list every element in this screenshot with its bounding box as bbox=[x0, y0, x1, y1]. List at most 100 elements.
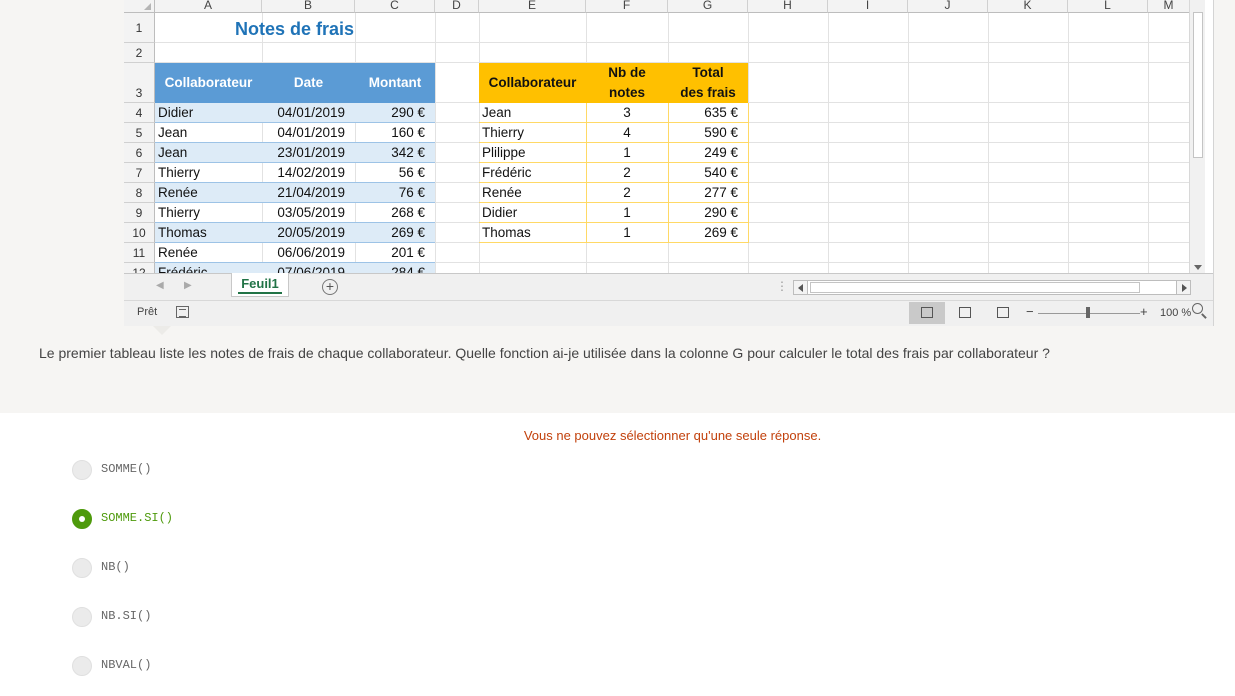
table2-cell[interactable]: 2 bbox=[586, 183, 668, 203]
table1-cell[interactable]: 07/06/2019 bbox=[262, 263, 355, 273]
table1-cell[interactable]: 03/05/2019 bbox=[262, 203, 355, 223]
horizontal-scrollbar[interactable] bbox=[793, 280, 1191, 295]
answer-label[interactable]: NB.SI() bbox=[101, 609, 151, 623]
table1-cell[interactable]: 201 € bbox=[355, 243, 435, 263]
table1-cell[interactable]: 04/01/2019 bbox=[262, 123, 355, 143]
row-header-6[interactable]: 6 bbox=[124, 143, 155, 163]
column-header-f[interactable]: F bbox=[586, 0, 668, 13]
table1-cell[interactable]: 23/01/2019 bbox=[262, 143, 355, 163]
table1-cell[interactable]: 268 € bbox=[355, 203, 435, 223]
table1-cell[interactable]: Frédéric bbox=[155, 263, 262, 273]
table1-cell[interactable]: 21/04/2019 bbox=[262, 183, 355, 203]
table1-cell[interactable]: 160 € bbox=[355, 123, 435, 143]
table1-cell[interactable]: Renée bbox=[155, 243, 262, 263]
table2-cell[interactable]: 1 bbox=[586, 203, 668, 223]
table2-cell[interactable]: 4 bbox=[586, 123, 668, 143]
next-sheet-icon[interactable]: ▶ bbox=[184, 280, 192, 291]
table2-cell[interactable]: 290 € bbox=[668, 203, 748, 223]
vertical-scrollbar[interactable] bbox=[1189, 0, 1205, 273]
row-header-5[interactable]: 5 bbox=[124, 123, 155, 143]
zoom-out-button[interactable]: − bbox=[1026, 304, 1034, 319]
table2-cell[interactable]: Thierry bbox=[479, 123, 586, 143]
table2-cell[interactable]: Jean bbox=[479, 103, 586, 123]
table1-cell[interactable]: 56 € bbox=[355, 163, 435, 183]
table1-cell[interactable]: 284 € bbox=[355, 263, 435, 273]
row-header-1[interactable]: 1 bbox=[124, 13, 155, 43]
table1-cell[interactable]: 76 € bbox=[355, 183, 435, 203]
answer-label[interactable]: NBVAL() bbox=[101, 658, 151, 672]
tab-splitter-icon[interactable]: ⋮ bbox=[776, 279, 788, 293]
table2-cell[interactable]: Didier bbox=[479, 203, 586, 223]
table2-cell[interactable]: 269 € bbox=[668, 223, 748, 243]
normal-view-button[interactable] bbox=[909, 302, 945, 324]
column-header-j[interactable]: J bbox=[908, 0, 988, 13]
row-header-11[interactable]: 11 bbox=[124, 243, 155, 263]
column-header-g[interactable]: G bbox=[668, 0, 748, 13]
scroll-left-icon[interactable] bbox=[794, 281, 808, 294]
column-header-d[interactable]: D bbox=[435, 0, 479, 13]
table1-cell[interactable]: 290 € bbox=[355, 103, 435, 123]
table2-cell[interactable]: Thomas bbox=[479, 223, 586, 243]
table1-cell[interactable]: Jean bbox=[155, 123, 262, 143]
table2-cell[interactable]: Renée bbox=[479, 183, 586, 203]
column-header-c[interactable]: C bbox=[355, 0, 435, 13]
add-sheet-icon[interactable]: + bbox=[322, 279, 338, 295]
scroll-right-icon[interactable] bbox=[1176, 281, 1190, 294]
row-header-2[interactable]: 2 bbox=[124, 43, 155, 63]
table2-cell[interactable]: 635 € bbox=[668, 103, 748, 123]
table2-cell[interactable]: 540 € bbox=[668, 163, 748, 183]
page-break-view-button[interactable] bbox=[985, 302, 1021, 324]
row-header-9[interactable]: 9 bbox=[124, 203, 155, 223]
table2-cell[interactable]: 277 € bbox=[668, 183, 748, 203]
row-header-4[interactable]: 4 bbox=[124, 103, 155, 123]
table1-cell[interactable]: Thierry bbox=[155, 163, 262, 183]
column-header-i[interactable]: I bbox=[828, 0, 908, 13]
column-header-h[interactable]: H bbox=[748, 0, 828, 13]
prev-sheet-icon[interactable]: ◀ bbox=[156, 280, 164, 291]
answer-label[interactable]: SOMME.SI() bbox=[101, 511, 173, 525]
column-header-k[interactable]: K bbox=[988, 0, 1068, 13]
radio-button[interactable] bbox=[72, 509, 92, 529]
zoom-slider-thumb[interactable] bbox=[1086, 307, 1090, 318]
table1-cell[interactable]: 04/01/2019 bbox=[262, 103, 355, 123]
table2-cell[interactable]: 2 bbox=[586, 163, 668, 183]
sheet-tab-feuil1[interactable]: Feuil1 bbox=[231, 273, 289, 297]
table1-cell[interactable]: Thierry bbox=[155, 203, 262, 223]
table1-cell[interactable]: 269 € bbox=[355, 223, 435, 243]
table2-cell[interactable]: 249 € bbox=[668, 143, 748, 163]
row-header-7[interactable]: 7 bbox=[124, 163, 155, 183]
table2-cell[interactable]: 3 bbox=[586, 103, 668, 123]
zoom-magnifier-icon[interactable] bbox=[1192, 303, 1203, 314]
zoom-in-button[interactable]: + bbox=[1140, 304, 1148, 319]
vertical-scroll-thumb[interactable] bbox=[1193, 12, 1203, 158]
table1-cell[interactable]: 20/05/2019 bbox=[262, 223, 355, 243]
table2-cell[interactable]: Frédéric bbox=[479, 163, 586, 183]
column-header-l[interactable]: L bbox=[1068, 0, 1148, 13]
table1-cell[interactable]: 14/02/2019 bbox=[262, 163, 355, 183]
table1-cell[interactable]: 342 € bbox=[355, 143, 435, 163]
table1-cell[interactable]: Didier bbox=[155, 103, 262, 123]
horizontal-scroll-thumb[interactable] bbox=[810, 282, 1140, 293]
table2-cell[interactable]: 1 bbox=[586, 223, 668, 243]
macro-recorder-icon[interactable] bbox=[176, 306, 189, 318]
row-header-3[interactable]: 3 bbox=[124, 63, 155, 103]
table2-cell[interactable]: 590 € bbox=[668, 123, 748, 143]
table1-cell[interactable]: 06/06/2019 bbox=[262, 243, 355, 263]
table2-cell[interactable]: Plilippe bbox=[479, 143, 586, 163]
row-header-8[interactable]: 8 bbox=[124, 183, 155, 203]
row-header-10[interactable]: 10 bbox=[124, 223, 155, 243]
radio-button[interactable] bbox=[72, 656, 92, 676]
column-header-b[interactable]: B bbox=[262, 0, 355, 13]
scroll-down-icon[interactable] bbox=[1194, 265, 1202, 270]
column-header-m[interactable]: M bbox=[1148, 0, 1190, 13]
radio-button[interactable] bbox=[72, 460, 92, 480]
table1-cell[interactable]: Thomas bbox=[155, 223, 262, 243]
row-header-12[interactable]: 12 bbox=[124, 263, 155, 273]
zoom-level[interactable]: 100 % bbox=[1160, 307, 1191, 319]
column-header-e[interactable]: E bbox=[479, 0, 586, 13]
radio-button[interactable] bbox=[72, 607, 92, 627]
answer-label[interactable]: SOMME() bbox=[101, 462, 151, 476]
column-header-a[interactable]: A bbox=[155, 0, 262, 13]
table1-cell[interactable]: Jean bbox=[155, 143, 262, 163]
answer-label[interactable]: NB() bbox=[101, 560, 130, 574]
